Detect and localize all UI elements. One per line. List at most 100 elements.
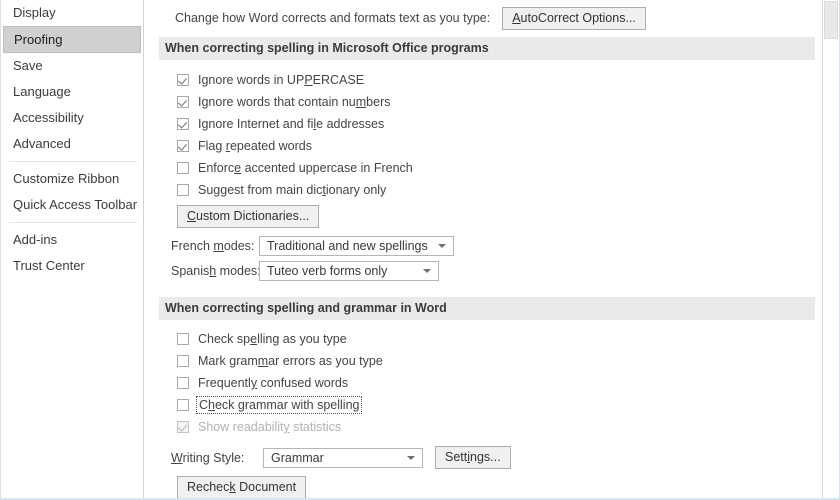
checkbox-office-2[interactable] [177, 118, 189, 130]
sidebar-item-accessibility[interactable]: Accessibility [1, 105, 143, 131]
checkbox-row[interactable]: Flag repeated words [145, 135, 839, 157]
accelerator-letter: m [213, 238, 224, 253]
writing-style-value: Grammar [271, 450, 324, 465]
word-section-heading: When correcting spelling and grammar in … [159, 297, 815, 320]
autocorrect-description: Change how Word corrects and formats tex… [175, 11, 491, 25]
sidebar-divider [9, 222, 137, 223]
checkbox-row[interactable]: Show readability statistics [145, 416, 839, 438]
sidebar-divider [9, 161, 137, 162]
checkbox-label: Suggest from main dictionary only [198, 183, 387, 197]
word-checkbox-group: Check spelling as you type Mark grammar e… [145, 328, 839, 438]
custom-dictionaries-rest: ustom Dictionaries... [196, 209, 310, 223]
checkbox-office-5[interactable] [177, 184, 189, 196]
accelerator-letter: e [234, 161, 242, 175]
checkbox-label: Mark grammar errors as you type [198, 354, 383, 368]
autocorrect-options-button[interactable]: AutoCorrect Options... [502, 6, 646, 30]
sidebar-item-label: Accessibility [13, 110, 84, 125]
accelerator-letter: m [257, 354, 269, 368]
sidebar-item-advanced[interactable]: Advanced [1, 131, 143, 157]
grammar-settings-button[interactable]: Settings... [435, 446, 511, 469]
checkbox-label: Flag repeated words [198, 139, 312, 153]
recheck-rest: Document [235, 480, 297, 494]
checkbox-office-0[interactable] [177, 74, 189, 86]
scrollbar-thumb[interactable] [824, 1, 838, 39]
checkbox-row[interactable]: Ignore words in UPPERCASE [145, 69, 839, 91]
checkbox-word-2[interactable] [177, 377, 189, 389]
sidebar-nav-list: Display Proofing Save Language Accessibility… [1, 0, 143, 279]
checkbox-word-4 [177, 421, 189, 433]
accelerator-letter: h [209, 263, 217, 278]
checkbox-word-3[interactable] [177, 399, 189, 411]
settings-rest: ngs... [470, 450, 501, 464]
writing-style-label: Writing Style: [171, 450, 245, 465]
sidebar-item-display[interactable]: Display [1, 0, 143, 26]
checkbox-label: Frequently confused words [198, 376, 349, 390]
checkbox-word-0[interactable] [177, 333, 189, 345]
sidebar-item-add-ins[interactable]: Add-ins [1, 227, 143, 253]
checkbox-row[interactable]: Ignore words that contain numbers [145, 91, 839, 113]
checkbox-label: Enforce accented uppercase in French [198, 161, 413, 175]
sidebar-item-quick-access-toolbar[interactable]: Quick Access Toolbar [1, 192, 143, 218]
word-options-dialog: Display Proofing Save Language Accessibility… [0, 0, 840, 500]
checkbox-label: Ignore words in UPPERCASE [198, 73, 365, 87]
french-modes-row: French modes: Traditional and new spelli… [145, 233, 839, 258]
accelerator-letter: P [304, 73, 313, 87]
recheck-document-button[interactable]: Recheck Document [177, 476, 307, 498]
writing-style-row: Writing Style: Grammar Settings... [145, 444, 839, 471]
vertical-scrollbar[interactable] [822, 0, 839, 498]
sidebar-item-label: Advanced [13, 136, 71, 151]
sidebar-item-proofing[interactable]: Proofing [3, 26, 141, 53]
accelerator-letter: l [313, 117, 317, 131]
custom-dictionaries-accel: C [187, 209, 197, 223]
office-section-heading: When correcting spelling in Microsoft Of… [159, 37, 815, 60]
sidebar-item-label: Customize Ribbon [13, 171, 120, 186]
sidebar-item-label: Proofing [14, 32, 63, 47]
accelerator-letter: W [171, 450, 183, 465]
checkbox-word-1[interactable] [177, 355, 189, 367]
checkbox-office-4[interactable] [177, 162, 189, 174]
accelerator-letter: e [250, 332, 258, 346]
checkbox-row[interactable]: Mark grammar errors as you type [145, 350, 839, 372]
autocorrect-options-accel: A [512, 10, 521, 25]
french-modes-dropdown[interactable]: Traditional and new spellings [259, 235, 454, 256]
accelerator-letter: y [250, 376, 258, 390]
spanish-modes-dropdown[interactable]: Tuteo verb forms only [259, 260, 439, 281]
checkbox-office-3[interactable] [177, 140, 189, 152]
checkbox-row[interactable]: Check grammar with spelling [145, 394, 839, 416]
custom-dictionaries-button[interactable]: Custom Dictionaries... [177, 205, 320, 228]
checkbox-row[interactable]: Frequently confused words [145, 372, 839, 394]
sidebar-item-language[interactable]: Language [1, 79, 143, 105]
office-checkbox-group: Ignore words in UPPERCASE Ignore words th… [145, 69, 839, 201]
spanish-modes-value: Tuteo verb forms only [267, 263, 388, 278]
sidebar-item-label: Display [13, 5, 56, 20]
sidebar-item-save[interactable]: Save [1, 53, 143, 79]
sidebar-item-label: Save [13, 58, 43, 73]
writing-style-dropdown[interactable]: Grammar [263, 447, 423, 468]
autocorrect-options-rest: utoCorrect Options... [520, 10, 636, 25]
checkbox-row[interactable]: Ignore Internet and file addresses [145, 113, 839, 135]
sidebar-item-customize-ribbon[interactable]: Customize Ribbon [1, 166, 143, 192]
options-category-sidebar: Display Proofing Save Language Accessibility… [1, 0, 144, 498]
sidebar-item-label: Add-ins [13, 232, 58, 247]
chevron-down-icon [407, 455, 415, 460]
sidebar-item-label: Trust Center [13, 258, 85, 273]
checkbox-row[interactable]: Check spelling as you type [145, 328, 839, 350]
recheck-pre: Rechec [187, 480, 230, 494]
checkbox-office-1[interactable] [177, 96, 189, 108]
chevron-down-icon [423, 268, 431, 273]
accelerator-letter: h [208, 398, 215, 412]
sidebar-item-trust-center[interactable]: Trust Center [1, 253, 143, 279]
checkbox-label: Ignore words that contain numbers [198, 95, 391, 109]
proofing-settings-pane: Change how Word corrects and formats tex… [145, 0, 839, 498]
recheck-document-row: Recheck Document [145, 476, 839, 498]
french-modes-label: French modes: [171, 238, 255, 253]
accelerator-letter: t [322, 183, 326, 197]
checkbox-row[interactable]: Suggest from main dictionary only [145, 179, 839, 201]
checkbox-row[interactable]: Enforce accented uppercase in French [145, 157, 839, 179]
sidebar-item-label: Quick Access Toolbar [13, 197, 138, 212]
accelerator-letter: r [225, 139, 230, 153]
spanish-modes-label: Spanish modes: [171, 263, 261, 278]
accelerator-letter: m [355, 95, 367, 109]
spanish-modes-row: Spanish modes: Tuteo verb forms only [145, 258, 839, 283]
sidebar-item-label: Language [13, 84, 71, 99]
